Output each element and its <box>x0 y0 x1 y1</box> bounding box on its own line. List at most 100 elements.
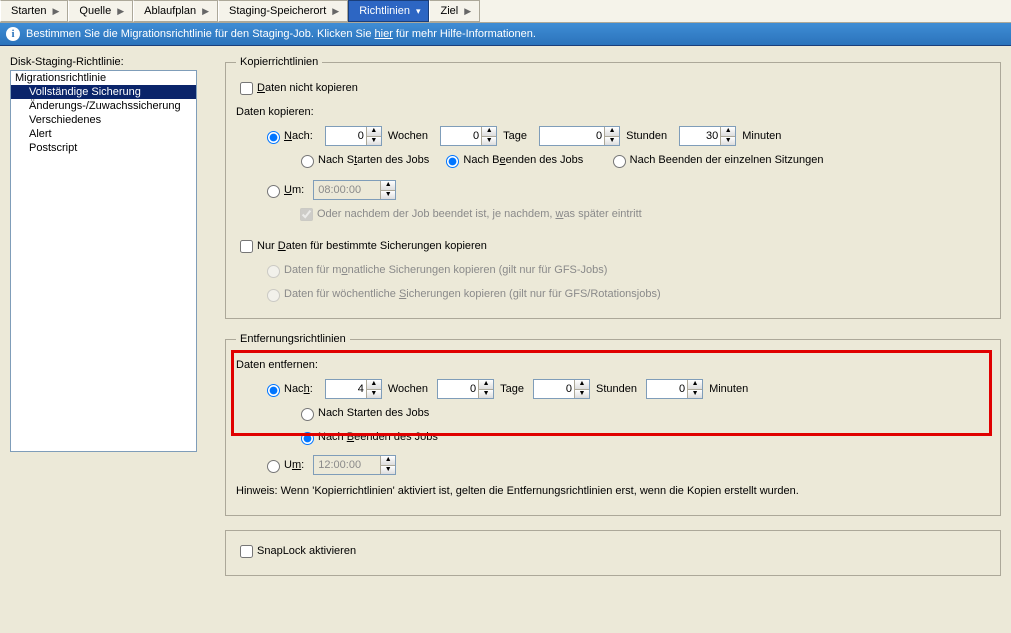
tab-starten[interactable]: Starten ▶ <box>0 0 68 22</box>
spin-up-icon[interactable]: ▲ <box>381 181 395 191</box>
input-copy-minutes[interactable] <box>680 127 720 145</box>
radio-purge-after-end[interactable] <box>301 432 314 445</box>
spin-purge-minutes[interactable]: ▲▼ <box>646 379 703 399</box>
label-purge-after: Nach: <box>284 383 313 395</box>
radio-monthly <box>267 265 280 278</box>
input-copy-weeks[interactable] <box>326 127 366 145</box>
spin-down-icon[interactable]: ▼ <box>482 137 496 146</box>
spin-down-icon[interactable]: ▼ <box>575 390 589 399</box>
radio-purge-after-start[interactable] <box>301 408 314 421</box>
spin-down-icon[interactable]: ▼ <box>605 137 619 146</box>
tab-richtlinien[interactable]: Richtlinien ▾ <box>348 0 429 22</box>
spin-up-icon[interactable]: ▲ <box>479 380 493 390</box>
input-purge-weeks[interactable] <box>326 380 366 398</box>
input-copy-days[interactable] <box>441 127 481 145</box>
spin-copy-hours[interactable]: ▲▼ <box>539 126 620 146</box>
radio-purge-after[interactable] <box>267 384 280 397</box>
spin-purge-days[interactable]: ▲▼ <box>437 379 494 399</box>
spin-down-icon[interactable]: ▼ <box>367 137 381 146</box>
tab-quelle[interactable]: Quelle ▶ <box>68 0 133 22</box>
radio-after-job-end[interactable] <box>446 155 459 168</box>
tab-staging-speicherort[interactable]: Staging-Speicherort ▶ <box>218 0 348 22</box>
label-remove-data: Daten entfernen: <box>236 355 990 375</box>
spin-purge-at-time[interactable]: ▲▼ <box>313 455 396 475</box>
spin-down-icon[interactable]: ▼ <box>381 466 395 475</box>
tree-root[interactable]: Migrationsrichtlinie <box>11 71 196 85</box>
tree-item-postscript[interactable]: Postscript <box>11 141 196 155</box>
chevron-right-icon: ▶ <box>464 6 471 17</box>
radio-after-job-start[interactable] <box>301 155 314 168</box>
spin-down-icon[interactable]: ▼ <box>381 191 395 200</box>
left-panel-label: Disk-Staging-Richtlinie: <box>10 56 205 68</box>
spin-down-icon[interactable]: ▼ <box>479 390 493 399</box>
spin-down-icon[interactable]: ▼ <box>688 390 702 399</box>
checkbox-only-specific[interactable] <box>240 240 253 253</box>
tab-label: Quelle <box>79 5 111 17</box>
policy-tree[interactable]: Migrationsrichtlinie Vollständige Sicher… <box>10 70 197 452</box>
tree-item-misc[interactable]: Verschiedenes <box>11 113 196 127</box>
spin-purge-weeks[interactable]: ▲▼ <box>325 379 382 399</box>
spin-down-icon[interactable]: ▼ <box>367 390 381 399</box>
tree-item-full-backup[interactable]: Vollständige Sicherung <box>11 85 196 99</box>
radio-copy-at[interactable] <box>267 185 280 198</box>
spin-down-icon[interactable]: ▼ <box>721 137 735 146</box>
chevron-right-icon: ▶ <box>202 6 209 17</box>
info-help-link[interactable]: hier <box>375 28 393 40</box>
chevron-right-icon: ▶ <box>52 6 59 17</box>
input-copy-hours[interactable] <box>540 127 604 145</box>
tree-item-alert[interactable]: Alert <box>11 127 196 141</box>
checkbox-snaplock[interactable] <box>240 545 253 558</box>
spin-up-icon[interactable]: ▲ <box>482 127 496 137</box>
label-monthly: Daten für monatliche Sicherungen kopiere… <box>284 264 607 276</box>
label-minutes: Minuten <box>742 130 781 142</box>
spin-purge-hours[interactable]: ▲▼ <box>533 379 590 399</box>
input-purge-minutes[interactable] <box>647 380 687 398</box>
label-dont-copy: Daten nicht kopieren <box>257 82 358 94</box>
spin-up-icon[interactable]: ▲ <box>605 127 619 137</box>
legend-purge: Entfernungsrichtlinien <box>236 333 350 345</box>
label-only-specific: Nur Daten für bestimmte Sicherungen kopi… <box>257 240 487 252</box>
spin-copy-minutes[interactable]: ▲▼ <box>679 126 736 146</box>
spin-up-icon[interactable]: ▲ <box>688 380 702 390</box>
checkbox-or-after-job <box>300 208 313 221</box>
fieldset-snaplock: SnapLock aktivieren <box>225 530 1001 576</box>
tab-label: Richtlinien <box>359 5 410 17</box>
radio-purge-at[interactable] <box>267 460 280 473</box>
label-after-job-end: Nach Beenden des Jobs <box>463 154 583 166</box>
input-purge-days[interactable] <box>438 380 478 398</box>
checkbox-dont-copy[interactable] <box>240 82 253 95</box>
label-hours: Stunden <box>626 130 667 142</box>
radio-after-sessions[interactable] <box>613 155 626 168</box>
spin-up-icon[interactable]: ▲ <box>721 127 735 137</box>
input-purge-at-time[interactable] <box>314 456 380 474</box>
radio-copy-after[interactable] <box>267 131 280 144</box>
chevron-right-icon: ▶ <box>117 6 124 17</box>
fieldset-copy-policies: Kopierrichtlinien Daten nicht kopieren D… <box>225 56 1001 319</box>
input-purge-hours[interactable] <box>534 380 574 398</box>
spin-copy-days[interactable]: ▲▼ <box>440 126 497 146</box>
label-days: Tage <box>503 130 527 142</box>
label-minutes: Minuten <box>709 383 748 395</box>
legend-copy: Kopierrichtlinien <box>236 56 322 68</box>
label-hours: Stunden <box>596 383 637 395</box>
label-snaplock: SnapLock aktivieren <box>257 545 356 557</box>
chevron-down-icon: ▾ <box>416 6 421 17</box>
tab-ablaufplan[interactable]: Ablaufplan ▶ <box>133 0 218 22</box>
spin-copy-weeks[interactable]: ▲▼ <box>325 126 382 146</box>
chevron-right-icon: ▶ <box>332 6 339 17</box>
tab-label: Ablaufplan <box>144 5 196 17</box>
spin-up-icon[interactable]: ▲ <box>367 127 381 137</box>
label-weeks: Wochen <box>388 383 428 395</box>
info-icon: i <box>6 27 20 41</box>
tree-item-incremental[interactable]: Änderungs-/Zuwachssicherung <box>11 99 196 113</box>
tab-ziel[interactable]: Ziel ▶ <box>429 0 480 22</box>
wizard-tabbar: Starten ▶ Quelle ▶ Ablaufplan ▶ Staging-… <box>0 0 1011 23</box>
spin-copy-at-time[interactable]: ▲▼ <box>313 180 396 200</box>
spin-up-icon[interactable]: ▲ <box>575 380 589 390</box>
label-weekly: Daten für wöchentliche Sicherungen kopie… <box>284 288 661 300</box>
spin-up-icon[interactable]: ▲ <box>381 456 395 466</box>
input-copy-at-time[interactable] <box>314 181 380 199</box>
spin-up-icon[interactable]: ▲ <box>367 380 381 390</box>
label-copy-at: Um: <box>284 184 304 196</box>
tab-label: Ziel <box>440 5 458 17</box>
